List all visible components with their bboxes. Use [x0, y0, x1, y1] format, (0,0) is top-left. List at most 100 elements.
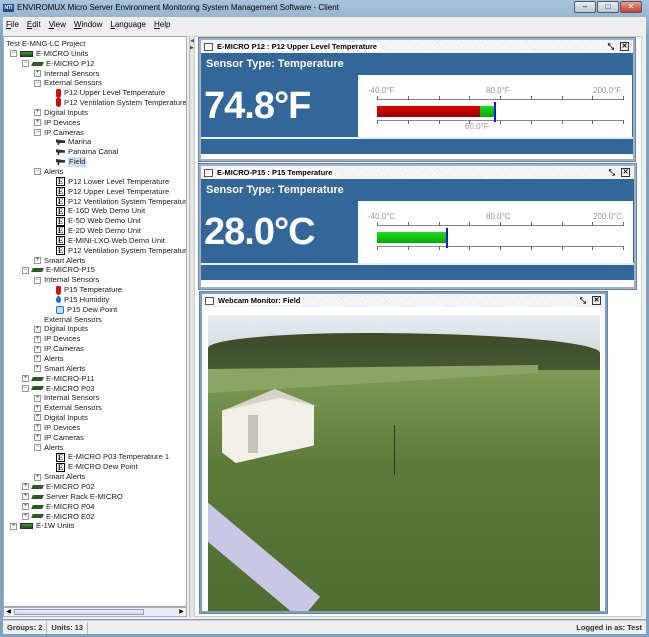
- tree-node[interactable]: + E-1W Units: [6, 521, 186, 531]
- collapse-icon[interactable]: −: [22, 60, 29, 68]
- expand-icon[interactable]: +: [22, 375, 29, 383]
- sensor-window-p12[interactable]: E-MICRO P12 : P12 Upper Level Temperatur…: [199, 38, 635, 161]
- tree-node[interactable]: + Smart Alerts: [6, 364, 186, 374]
- tree-node[interactable]: Test E-MNG-LC Project: [6, 39, 186, 49]
- expand-icon[interactable]: +: [34, 355, 41, 363]
- menu-view[interactable]: View: [49, 20, 66, 29]
- expand-icon[interactable]: +: [34, 119, 41, 127]
- tree-node[interactable]: E E-MICRO Dew Point: [6, 462, 186, 472]
- tree-node[interactable]: + IP Cameras: [6, 344, 186, 354]
- close-icon[interactable]: ✕: [621, 167, 630, 177]
- tree-node[interactable]: + Internal Sensors: [6, 393, 186, 403]
- menu-language[interactable]: Language: [110, 20, 146, 29]
- tree-node[interactable]: External Sensors: [6, 315, 186, 325]
- tree-node[interactable]: − Alerts: [6, 443, 186, 453]
- tree-node[interactable]: E P12 Ventilation System Temperature: [6, 246, 186, 256]
- tree-node[interactable]: − IP Cameras: [6, 128, 186, 138]
- close-icon[interactable]: ✕: [620, 41, 629, 51]
- tree-node[interactable]: Marina: [6, 137, 186, 147]
- tree-node[interactable]: P12 Upper Level Temperature: [6, 88, 186, 98]
- close-button[interactable]: ✕: [620, 1, 642, 13]
- tree-node[interactable]: − E-MICRO P12: [6, 59, 186, 69]
- tree-node[interactable]: − E-MICRO-P15: [6, 265, 186, 275]
- restore-icon[interactable]: ⤡: [580, 296, 586, 306]
- expand-icon[interactable]: +: [22, 493, 29, 501]
- expand-icon[interactable]: +: [34, 256, 41, 264]
- tree-node[interactable]: + IP Devices: [6, 423, 186, 433]
- tree-node[interactable]: − E-MICRO P03: [6, 384, 186, 394]
- expand-icon[interactable]: +: [34, 109, 41, 117]
- close-icon[interactable]: ✕: [592, 295, 601, 305]
- tree-node[interactable]: E P12 Upper Level Temperature: [6, 187, 186, 197]
- tree-node[interactable]: − Internal Sensors: [6, 275, 186, 285]
- expand-icon[interactable]: +: [34, 345, 41, 353]
- expand-icon[interactable]: +: [34, 473, 41, 481]
- tree-node[interactable]: + Digital Inputs: [6, 324, 186, 334]
- expand-icon[interactable]: +: [34, 414, 41, 422]
- tree-node[interactable]: + Smart Alerts: [6, 256, 186, 266]
- tree-node[interactable]: E E-2D Web Demo Unit: [6, 226, 186, 236]
- tree-node[interactable]: E E-MICRO P03 Temperatiure 1: [6, 452, 186, 462]
- tree-node[interactable]: + Digital Inputs: [6, 108, 186, 118]
- tree-node[interactable]: − External Sensors: [6, 78, 186, 88]
- tree-node[interactable]: Field: [6, 157, 186, 167]
- internal-frame-header[interactable]: E-MICRO-P15 : P15 Temperature ⤡ ✕: [201, 166, 634, 179]
- expand-icon[interactable]: +: [34, 335, 41, 343]
- expand-icon[interactable]: +: [34, 325, 41, 333]
- tree-node[interactable]: Panama Canal: [6, 147, 186, 157]
- tree-node[interactable]: + Smart Alerts: [6, 472, 186, 482]
- tree-node[interactable]: + E-MICRO P02: [6, 482, 186, 492]
- tree-horizontal-scrollbar[interactable]: ◀ ▶: [3, 607, 187, 617]
- restore-icon[interactable]: ⤡: [609, 168, 615, 178]
- menu-window[interactable]: Window: [74, 20, 102, 29]
- tree-node[interactable]: + E-MICRO P04: [6, 502, 186, 512]
- collapse-icon[interactable]: −: [22, 384, 29, 392]
- expand-icon[interactable]: +: [34, 434, 41, 442]
- internal-frame-header[interactable]: Webcam Monitor: Field ⤡ ✕: [202, 294, 605, 307]
- tree-node[interactable]: + Alerts: [6, 354, 186, 364]
- tree-node[interactable]: P12 Ventilation System Temperature: [6, 98, 186, 108]
- minimize-button[interactable]: –: [574, 1, 596, 13]
- expand-icon[interactable]: +: [34, 365, 41, 373]
- tree-node[interactable]: E E-16D Web Demo Unit: [6, 206, 186, 216]
- expand-icon[interactable]: +: [22, 483, 29, 491]
- tree-node[interactable]: + IP Cameras: [6, 433, 186, 443]
- tree-node[interactable]: E P12 Lower Level Temperature: [6, 177, 186, 187]
- internal-frame-header[interactable]: E-MICRO P12 : P12 Upper Level Temperatur…: [201, 40, 633, 53]
- tree-node[interactable]: E E-5D Web Demo Unit: [6, 216, 186, 226]
- expand-icon[interactable]: +: [10, 522, 17, 530]
- tree-node[interactable]: P15 Dew Point: [6, 305, 186, 315]
- tree-node[interactable]: P15 Humidity: [6, 295, 186, 305]
- maximize-button[interactable]: □: [597, 1, 619, 13]
- tree-node[interactable]: E E-MINI-LXO Web Demo Unit: [6, 236, 186, 246]
- collapse-icon[interactable]: −: [34, 168, 41, 176]
- collapse-icon[interactable]: −: [22, 266, 29, 274]
- tree-node[interactable]: + Digital Inputs: [6, 413, 186, 423]
- collapse-icon[interactable]: −: [10, 50, 17, 58]
- collapse-icon[interactable]: −: [34, 129, 41, 137]
- expand-icon[interactable]: +: [22, 503, 29, 511]
- tree-node[interactable]: − E-MICRO Units: [6, 49, 186, 59]
- tree-node[interactable]: + E-MICRO E02: [6, 512, 186, 522]
- menu-help[interactable]: Help: [154, 20, 170, 29]
- expand-icon[interactable]: +: [34, 394, 41, 402]
- tree-node[interactable]: + IP Devices: [6, 118, 186, 128]
- webcam-window[interactable]: Webcam Monitor: Field ⤡ ✕: [200, 292, 607, 613]
- expand-icon[interactable]: +: [34, 69, 41, 77]
- menu-file[interactable]: File: [6, 20, 19, 29]
- tree-node[interactable]: + Server Rack E-MICRO: [6, 492, 186, 502]
- tree-node[interactable]: + E-MICRO-P11: [6, 374, 186, 384]
- sensor-window-p15[interactable]: E-MICRO-P15 : P15 Temperature ⤡ ✕ Sensor …: [199, 164, 636, 289]
- scroll-right-icon[interactable]: ▶: [177, 608, 186, 616]
- restore-icon[interactable]: ⤡: [608, 42, 614, 52]
- expand-icon[interactable]: +: [34, 404, 41, 412]
- tree-node[interactable]: + IP Devices: [6, 334, 186, 344]
- tree-node[interactable]: + Internal Sensors: [6, 69, 186, 79]
- scroll-thumb[interactable]: [14, 609, 144, 615]
- expand-icon[interactable]: +: [22, 512, 29, 520]
- expand-icon[interactable]: +: [34, 424, 41, 432]
- tree-node[interactable]: P15 Temperature: [6, 285, 186, 295]
- collapse-icon[interactable]: −: [34, 444, 41, 452]
- tree-node[interactable]: − Alerts: [6, 167, 186, 177]
- tree-node[interactable]: + External Sensors: [6, 403, 186, 413]
